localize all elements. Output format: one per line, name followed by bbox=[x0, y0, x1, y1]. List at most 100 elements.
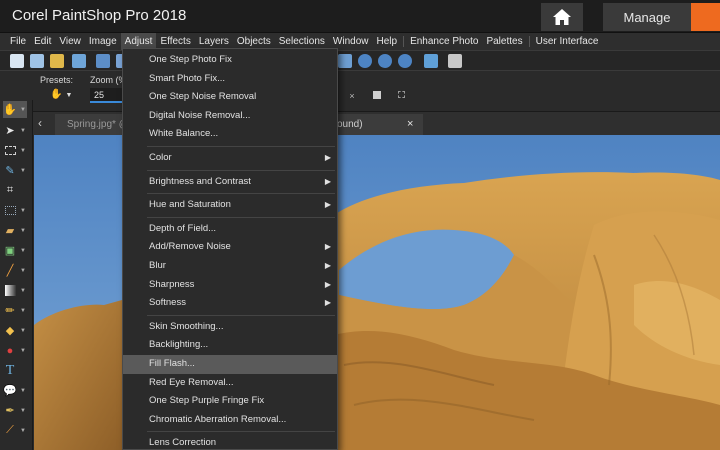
menu-item-brightness-contrast[interactable]: Brightness and Contrast ▶ bbox=[123, 173, 337, 192]
submenu-arrow-icon: ▶ bbox=[324, 260, 331, 270]
transform-icon bbox=[3, 204, 17, 218]
menu-item-label: Brightness and Contrast bbox=[149, 175, 251, 187]
text-tool[interactable]: T bbox=[3, 362, 27, 379]
menu-item-one-step-noise-removal[interactable]: One Step Noise Removal bbox=[123, 88, 337, 107]
menu-item-softness[interactable]: Softness ▶ bbox=[123, 294, 337, 313]
edit-tab-indicator[interactable] bbox=[691, 3, 720, 31]
pick-tool[interactable]: ➤ ▼ bbox=[3, 122, 27, 139]
new-file-icon[interactable] bbox=[10, 54, 24, 68]
clone-tool[interactable]: ▣ ▼ bbox=[3, 242, 27, 259]
menu-item-add-remove-noise[interactable]: Add/Remove Noise ▶ bbox=[123, 238, 337, 257]
menu-item-backlighting[interactable]: Backlighting... bbox=[123, 336, 337, 355]
menu-item-skin-smoothing[interactable]: Skin Smoothing... bbox=[123, 318, 337, 337]
new-image-icon[interactable] bbox=[30, 54, 44, 68]
tool-options-palette: Presets: ✋ ▼ Zoom (% 25 × bbox=[0, 71, 720, 112]
menu-item-color[interactable]: Color ▶ bbox=[123, 149, 337, 168]
chevron-down-icon: ▼ bbox=[20, 387, 26, 394]
chevron-down-icon: ▼ bbox=[20, 167, 26, 174]
menu-item-white-balance[interactable]: White Balance... bbox=[123, 125, 337, 144]
selection-tool[interactable]: ▼ bbox=[3, 142, 27, 159]
menu-enhance-photo[interactable]: Enhance Photo bbox=[406, 33, 482, 50]
menu-user-interface[interactable]: User Interface bbox=[532, 33, 603, 50]
home-icon bbox=[553, 9, 571, 25]
fit-selection-icon[interactable] bbox=[398, 91, 405, 98]
fill-tool[interactable]: ● ▼ bbox=[3, 342, 27, 359]
hand-icon: ✋ bbox=[3, 104, 17, 116]
menu-view[interactable]: View bbox=[55, 33, 85, 50]
workspace-icon[interactable] bbox=[448, 54, 462, 68]
submenu-arrow-icon: ▶ bbox=[324, 200, 331, 210]
menu-item-one-step-photo-fix[interactable]: One Step Photo Fix bbox=[123, 51, 337, 70]
menu-item-digital-noise-removal[interactable]: Digital Noise Removal... bbox=[123, 107, 337, 126]
menu-file[interactable]: File bbox=[6, 33, 30, 50]
eraser-icon: ◆ bbox=[5, 325, 15, 337]
document-tab-active[interactable]: ound) × bbox=[333, 114, 423, 135]
chevron-down-icon: ▼ bbox=[20, 127, 26, 134]
menu-separator bbox=[147, 314, 335, 316]
gradient-tool[interactable]: ▼ bbox=[3, 282, 27, 299]
menu-item-label: Color bbox=[149, 151, 172, 163]
menu-item-smart-photo-fix[interactable]: Smart Photo Fix... bbox=[123, 70, 337, 89]
document-tab-label: ound) bbox=[337, 119, 363, 130]
submenu-arrow-icon: ▶ bbox=[324, 152, 331, 162]
speech-bubble-icon: 💬 bbox=[3, 385, 17, 397]
close-icon[interactable]: × bbox=[407, 114, 413, 135]
chevron-left-icon[interactable]: ‹ bbox=[38, 116, 42, 130]
save-icon[interactable] bbox=[96, 54, 110, 68]
refresh-icon[interactable] bbox=[424, 54, 438, 68]
shape-tool[interactable]: 💬 ▼ bbox=[3, 382, 27, 399]
makeover-tool[interactable]: ▰ ▼ bbox=[3, 222, 27, 239]
zoom-out-icon[interactable] bbox=[378, 54, 392, 68]
menu-palettes[interactable]: Palettes bbox=[482, 33, 526, 50]
submenu-arrow-icon: ▶ bbox=[324, 242, 331, 252]
submenu-arrow-icon: ▶ bbox=[324, 279, 331, 289]
menu-item-fill-flash[interactable]: Fill Flash... bbox=[123, 354, 337, 374]
chevron-down-icon: ▼ bbox=[20, 347, 26, 354]
menu-item-red-eye-removal[interactable]: Red Eye Removal... bbox=[123, 374, 337, 393]
transform-tool[interactable]: ▼ bbox=[3, 202, 27, 219]
browse-icon[interactable] bbox=[72, 54, 86, 68]
warp-brush-icon: ⟋ bbox=[6, 424, 14, 436]
zoom-input[interactable]: 25 bbox=[90, 88, 126, 103]
close-icon[interactable]: × bbox=[347, 91, 357, 101]
standard-toolbar bbox=[0, 50, 720, 71]
marquee-icon bbox=[3, 144, 17, 158]
warp-tool[interactable]: ⟋ ▼ bbox=[3, 422, 27, 439]
bandage-icon: ▰ bbox=[5, 225, 15, 237]
menu-item-lens-correction[interactable]: Lens Correction bbox=[123, 434, 337, 449]
zoom-actual-icon[interactable] bbox=[398, 54, 412, 68]
menu-item-purple-fringe-fix[interactable]: One Step Purple Fringe Fix bbox=[123, 392, 337, 411]
open-folder-icon[interactable] bbox=[50, 54, 64, 68]
home-button[interactable] bbox=[541, 3, 583, 31]
chevron-down-icon: ▼ bbox=[20, 287, 26, 294]
menu-item-chromatic-aberration[interactable]: Chromatic Aberration Removal... bbox=[123, 411, 337, 430]
menu-item-sharpness[interactable]: Sharpness ▶ bbox=[123, 276, 337, 295]
menu-help[interactable]: Help bbox=[372, 33, 401, 50]
menu-image[interactable]: Image bbox=[85, 33, 121, 50]
zoom-in-icon[interactable] bbox=[358, 54, 372, 68]
pan-tool[interactable]: ✋ ▼ bbox=[3, 101, 27, 118]
fit-window-icon[interactable] bbox=[373, 91, 381, 99]
menu-edit[interactable]: Edit bbox=[30, 33, 55, 50]
menu-separator bbox=[528, 36, 530, 47]
presets-label: Presets: bbox=[40, 75, 74, 85]
eraser-tool[interactable]: ◆ ▼ bbox=[3, 322, 27, 339]
app-title: Corel PaintShop Pro 2018 bbox=[12, 7, 187, 24]
manage-tab-button[interactable]: Manage bbox=[603, 3, 691, 31]
menu-item-depth-of-field[interactable]: Depth of Field... bbox=[123, 220, 337, 239]
presets-dropdown[interactable]: ✋ ▼ bbox=[50, 89, 76, 103]
menu-item-label: Softness bbox=[149, 297, 186, 309]
menu-item-hue-saturation[interactable]: Hue and Saturation ▶ bbox=[123, 196, 337, 215]
pencil-tool[interactable]: ✏ ▼ bbox=[3, 302, 27, 319]
chevron-down-icon: ▼ bbox=[20, 307, 26, 314]
title-bar: Corel PaintShop Pro 2018 Manage bbox=[0, 0, 720, 33]
brush-tool[interactable]: ╱ ▼ bbox=[3, 262, 27, 279]
grid-icon[interactable] bbox=[338, 54, 352, 68]
text-icon: T bbox=[5, 362, 15, 378]
crop-tool[interactable]: ⌗ bbox=[3, 182, 27, 199]
dropper-tool[interactable]: ✎ ▼ bbox=[3, 162, 27, 179]
menu-separator bbox=[147, 431, 335, 433]
menu-item-blur[interactable]: Blur ▶ bbox=[123, 257, 337, 276]
menu-separator bbox=[147, 169, 335, 171]
pen-tool[interactable]: ✒ ▼ bbox=[3, 402, 27, 419]
